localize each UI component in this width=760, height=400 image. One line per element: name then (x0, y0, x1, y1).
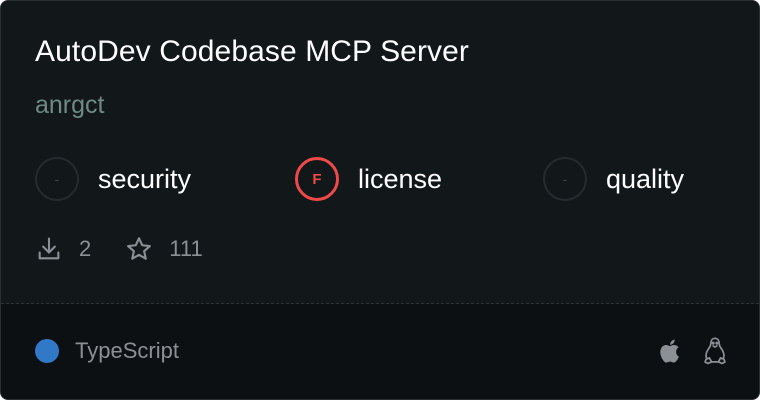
language-indicator: TypeScript (35, 338, 179, 364)
language-name: TypeScript (75, 338, 179, 363)
linux-icon (704, 337, 726, 365)
stars-count: 111 (169, 236, 203, 261)
license-grade-badge: F (295, 157, 339, 201)
stars-stat: 111 (125, 235, 203, 263)
download-icon (38, 237, 60, 260)
stats-row: 2 111 (35, 231, 237, 267)
language-color-dot (35, 339, 59, 363)
downloads-stat: 2 (35, 235, 91, 263)
security-grade-badge: - (35, 157, 79, 201)
platform-icons (641, 336, 729, 366)
card-header: AutoDev Codebase MCP Server anrgct - sec… (1, 1, 759, 303)
apple-icon (660, 339, 679, 363)
server-title[interactable]: AutoDev Codebase MCP Server (35, 35, 469, 69)
server-author[interactable]: anrgct (35, 91, 104, 120)
license-label: license (358, 163, 443, 194)
star-icon (127, 237, 152, 260)
quality-grade-badge: - (543, 157, 587, 201)
score-license[interactable]: F license (295, 155, 442, 203)
security-label: security (98, 163, 192, 194)
score-security[interactable]: - security (35, 155, 191, 203)
card-footer: TypeScript (1, 304, 759, 399)
score-quality[interactable]: - quality (543, 155, 684, 203)
downloads-count: 2 (79, 236, 92, 261)
quality-label: quality (606, 163, 685, 194)
server-card[interactable]: AutoDev Codebase MCP Server anrgct - sec… (0, 0, 760, 400)
